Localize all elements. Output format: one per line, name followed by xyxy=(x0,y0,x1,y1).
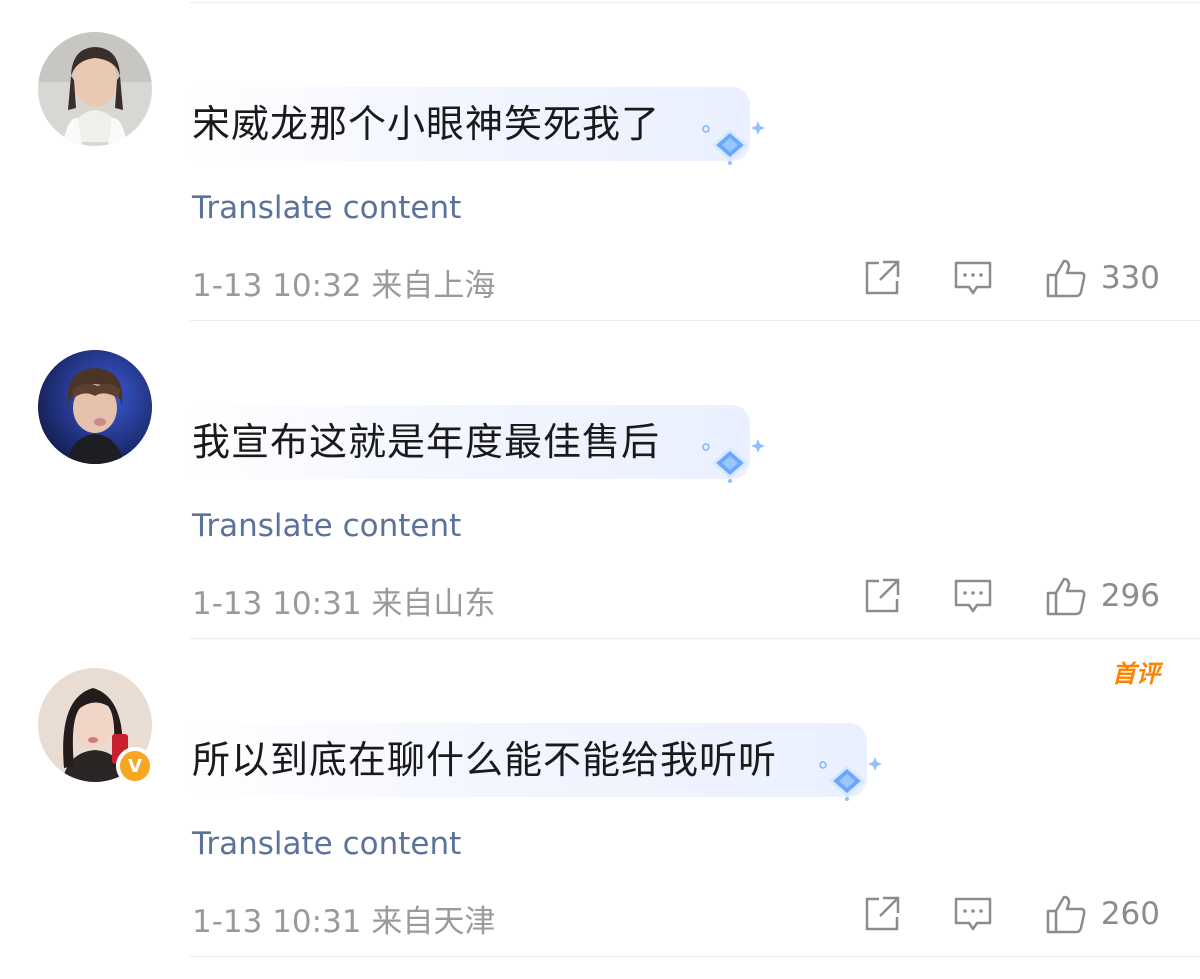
comment-meta: 1-13 10:31 来自山东 xyxy=(192,578,495,623)
comment-text: 所以到底在聊什么能不能给我听听 xyxy=(192,738,778,782)
comment-text: 我宣布这就是年度最佳售后 xyxy=(192,420,661,464)
diamond-gem-icon xyxy=(702,121,766,165)
share-icon[interactable] xyxy=(863,895,901,933)
diamond-gem-icon xyxy=(702,439,766,483)
comment-item: 首评 V 所以到底在聊什么能不能给我听听 Translate content 1… xyxy=(0,640,1200,958)
reply-icon[interactable] xyxy=(953,259,993,297)
reply-icon[interactable] xyxy=(953,577,993,615)
thumbs-up-icon xyxy=(1046,895,1086,934)
like-count: 260 xyxy=(1100,896,1160,932)
comment-bubble[interactable]: 我宣布这就是年度最佳售后 xyxy=(182,405,766,483)
divider xyxy=(190,2,1200,3)
like-button[interactable]: 260 xyxy=(1045,893,1160,935)
user-avatar-icon[interactable] xyxy=(38,350,152,464)
translate-link[interactable]: Translate content xyxy=(192,190,461,226)
reply-icon[interactable] xyxy=(953,895,993,933)
diamond-gem-icon xyxy=(819,757,883,801)
like-count: 330 xyxy=(1100,260,1160,296)
comment-list: 宋威龙那个小眼神笑死我了 Translate content 1-13 10:3… xyxy=(0,0,1200,979)
comment-meta: 1-13 10:31 来自天津 xyxy=(192,896,495,941)
like-button[interactable]: 330 xyxy=(1045,257,1160,299)
thumbs-up-icon xyxy=(1046,577,1086,616)
comment-item: 我宣布这就是年度最佳售后 Translate content 1-13 10:3… xyxy=(0,322,1200,640)
comment-actions: 296 xyxy=(863,574,1160,618)
first-comment-badge: 首评 xyxy=(1112,660,1160,688)
like-count: 296 xyxy=(1100,578,1160,614)
comment-meta: 1-13 10:32 来自上海 xyxy=(192,260,495,305)
comment-time: 1-13 10:32 xyxy=(192,268,362,304)
translate-link[interactable]: Translate content xyxy=(192,826,461,862)
like-button[interactable]: 296 xyxy=(1045,575,1160,617)
share-icon[interactable] xyxy=(863,577,901,615)
comment-actions: 260 xyxy=(863,892,1160,936)
divider xyxy=(190,638,1200,639)
thumbs-up-icon xyxy=(1046,259,1086,298)
verified-badge: V xyxy=(116,747,154,785)
translate-link[interactable]: Translate content xyxy=(192,508,461,544)
comment-bubble[interactable]: 所以到底在聊什么能不能给我听听 xyxy=(182,723,883,801)
comment-text: 宋威龙那个小眼神笑死我了 xyxy=(192,102,661,146)
divider xyxy=(190,320,1200,321)
comment-location: 来自上海 xyxy=(371,268,496,304)
comment-time: 1-13 10:31 xyxy=(192,904,362,940)
share-icon[interactable] xyxy=(863,259,901,297)
comment-location: 来自天津 xyxy=(371,904,496,940)
comment-location: 来自山东 xyxy=(371,586,496,622)
comment-time: 1-13 10:31 xyxy=(192,586,362,622)
comment-bubble[interactable]: 宋威龙那个小眼神笑死我了 xyxy=(182,87,766,165)
user-avatar-icon[interactable] xyxy=(38,32,152,146)
comment-item: 宋威龙那个小眼神笑死我了 Translate content 1-13 10:3… xyxy=(0,4,1200,322)
divider xyxy=(190,956,1200,957)
comment-actions: 330 xyxy=(863,256,1160,300)
